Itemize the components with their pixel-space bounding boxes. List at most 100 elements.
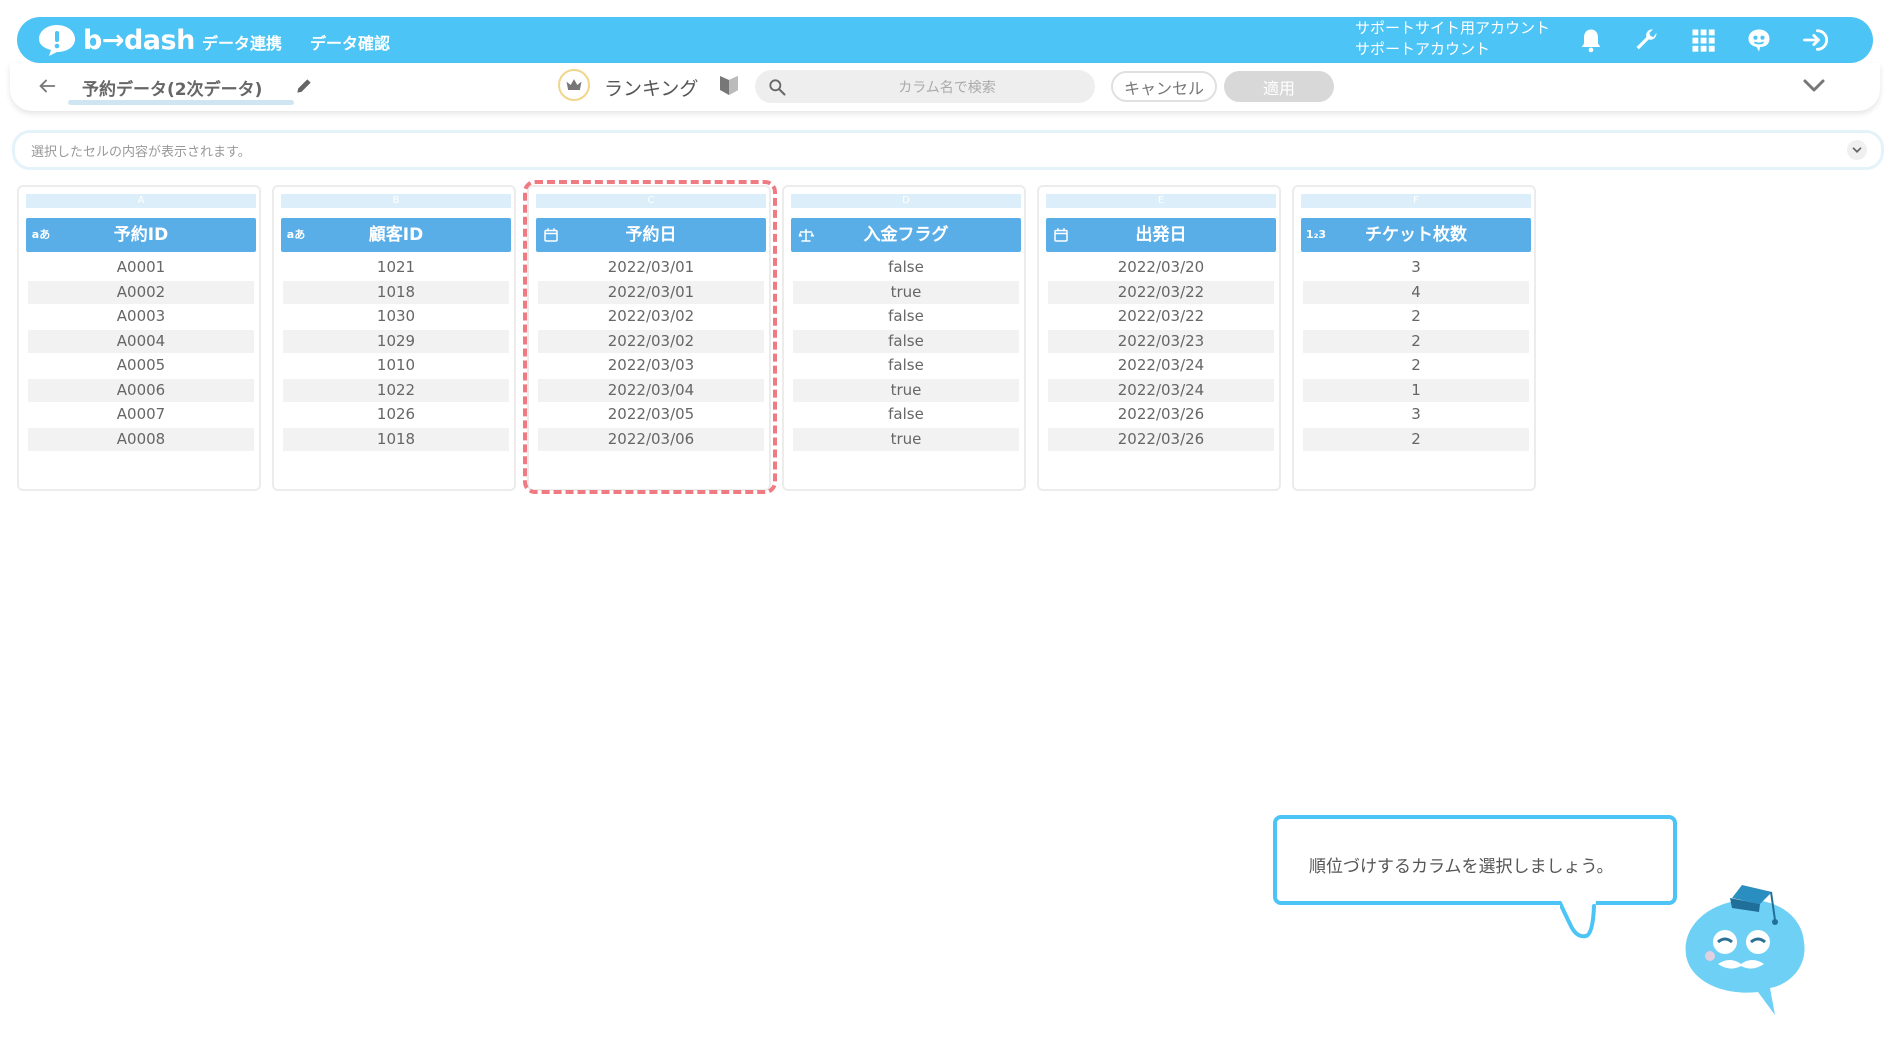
number-type-icon: 1₂3 (1305, 228, 1327, 241)
table-cell[interactable]: 2022/03/06 (538, 427, 764, 451)
table-cell[interactable]: A0004 (28, 329, 254, 353)
beginner-mark-icon[interactable] (718, 73, 740, 97)
column-b[interactable]: Baあ 顧客ID 1021 1018 1030 1029 1010 1022 1026 1018 (272, 185, 516, 491)
table-cell[interactable]: 2022/03/22 (1048, 280, 1274, 304)
speech-bubble-tail (1560, 900, 1596, 939)
account-info[interactable]: サポートサイト用アカウント サポートアカウント (1355, 18, 1550, 60)
column-search-input[interactable] (805, 70, 1089, 105)
table-cell[interactable]: 3 (1303, 403, 1529, 426)
nav-data-check[interactable]: データ確認 (310, 30, 390, 54)
table-cell[interactable]: 1018 (283, 427, 509, 451)
support-mascot-icon[interactable] (1742, 23, 1776, 57)
column-search-box (755, 70, 1095, 105)
selected-cell-display[interactable]: 選択したセルの内容が表示されます。 (12, 130, 1884, 170)
text-type-icon: aあ (286, 228, 306, 241)
table-cell[interactable]: A0006 (28, 378, 254, 402)
column-d[interactable]: D 入金フラグ false true false false false true false t… (782, 185, 1026, 491)
table-cell[interactable]: A0005 (28, 354, 254, 377)
column-header[interactable]: 1₂3 チケット枚数 (1301, 218, 1531, 252)
apps-grid-icon[interactable] (1686, 23, 1720, 57)
logout-icon[interactable] (1798, 23, 1832, 57)
table-cell[interactable]: true (793, 280, 1019, 304)
logo-bubble-icon (39, 25, 75, 56)
mascot-character-icon (1685, 885, 1805, 1015)
table-cell[interactable]: 2022/03/04 (538, 378, 764, 402)
table-cell[interactable]: 1029 (283, 329, 509, 353)
table-cell[interactable]: 1 (1303, 378, 1529, 402)
table-cell[interactable]: false (793, 305, 1019, 328)
back-arrow-icon[interactable] (36, 75, 58, 97)
table-cell[interactable]: 2 (1303, 305, 1529, 328)
apply-button[interactable]: 適用 (1224, 71, 1334, 102)
column-title: 予約ID (113, 225, 169, 245)
table-cell[interactable]: 2022/03/24 (1048, 378, 1274, 402)
table-cell[interactable]: 2022/03/20 (1048, 256, 1274, 279)
table-cell[interactable]: 2022/03/05 (538, 403, 764, 426)
bdash-logo[interactable]: b→dash (37, 23, 195, 57)
pencil-icon[interactable] (294, 76, 314, 96)
top-navigation-bar: b→dash データ連携 データ確認 サポートサイト用アカウント サポートアカウ… (17, 17, 1873, 63)
column-title: チケット枚数 (1365, 225, 1467, 245)
table-cell[interactable]: 2 (1303, 354, 1529, 377)
column-e[interactable]: E 出発日 2022/03/20 2022/03/22 2022/03/22 2022/0… (1037, 185, 1281, 491)
column-title: 予約日 (625, 225, 677, 245)
guide-speech-bubble: 順位づけするカラムを選択しましょう。 (1273, 815, 1677, 905)
table-cell[interactable]: false (793, 329, 1019, 353)
column-c[interactable]: C 予約日 2022/03/01 2022/03/01 2022/03/02 2022/0… (527, 185, 771, 491)
column-f[interactable]: F 1₂3 チケット枚数 3 4 2 2 2 1 3 2 (1292, 185, 1536, 491)
chevron-down-icon[interactable] (1802, 76, 1826, 96)
logo-text: b→dash (83, 24, 195, 56)
table-cell[interactable]: 2022/03/24 (1048, 354, 1274, 377)
table-cell[interactable]: 2022/03/23 (1048, 329, 1274, 353)
table-cell[interactable]: false (793, 403, 1019, 426)
table-cell[interactable]: 2022/03/02 (538, 329, 764, 353)
text-type-icon: aあ (31, 228, 51, 241)
table-cell[interactable]: A0008 (28, 427, 254, 451)
dataset-name-underline (68, 100, 294, 105)
table-cell[interactable]: 2022/03/26 (1048, 403, 1274, 426)
table-cell[interactable]: false (793, 354, 1019, 377)
column-header[interactable]: aあ 予約ID (26, 218, 256, 252)
table-cell[interactable]: 3 (1303, 256, 1529, 279)
table-cell[interactable]: 2022/03/22 (1048, 305, 1274, 328)
column-letter: E (1046, 194, 1276, 208)
table-cell[interactable]: A0001 (28, 256, 254, 279)
table-cell[interactable]: A0002 (28, 280, 254, 304)
bell-icon[interactable] (1574, 23, 1608, 57)
table-cell[interactable]: 1030 (283, 305, 509, 328)
wrench-icon[interactable] (1630, 23, 1664, 57)
column-title: 顧客ID (368, 225, 424, 245)
column-letter: F (1301, 194, 1531, 208)
table-cell[interactable]: 2022/03/02 (538, 305, 764, 328)
table-cell[interactable]: 1022 (283, 378, 509, 402)
expand-chevron-icon[interactable] (1847, 140, 1867, 160)
table-cell[interactable]: false (793, 256, 1019, 279)
column-a[interactable]: Aaあ 予約ID A0001 A0002 A0003 A0004 A0005 A0006 A00… (17, 185, 261, 491)
table-cell[interactable]: true (793, 427, 1019, 451)
table-cell[interactable]: 1010 (283, 354, 509, 377)
column-letter: A (26, 194, 256, 208)
column-header[interactable]: 予約日 (536, 218, 766, 252)
table-cell[interactable]: 1026 (283, 403, 509, 426)
mode-title: ランキング (604, 78, 699, 100)
table-cell[interactable]: 2 (1303, 329, 1529, 353)
table-cell[interactable]: 2022/03/26 (1048, 427, 1274, 451)
table-cell[interactable]: 2022/03/01 (538, 256, 764, 279)
nav-data-integration[interactable]: データ連携 (202, 30, 282, 54)
column-title: 出発日 (1135, 225, 1187, 245)
column-header[interactable]: 出発日 (1046, 218, 1276, 252)
table-cell[interactable]: true (793, 378, 1019, 402)
cancel-button[interactable]: キャンセル (1111, 71, 1217, 102)
column-letter: C (536, 194, 766, 208)
table-cell[interactable]: A0003 (28, 305, 254, 328)
column-header[interactable]: 入金フラグ (791, 218, 1021, 252)
table-cell[interactable]: 2022/03/01 (538, 280, 764, 304)
table-cell[interactable]: 4 (1303, 280, 1529, 304)
table-cell[interactable]: 1018 (283, 280, 509, 304)
table-cell[interactable]: 1021 (283, 256, 509, 279)
table-cell[interactable]: A0007 (28, 403, 254, 426)
dataset-name[interactable]: 予約データ(2次データ) (82, 75, 262, 100)
table-cell[interactable]: 2022/03/03 (538, 354, 764, 377)
table-cell[interactable]: 2 (1303, 427, 1529, 451)
column-header[interactable]: aあ 顧客ID (281, 218, 511, 252)
